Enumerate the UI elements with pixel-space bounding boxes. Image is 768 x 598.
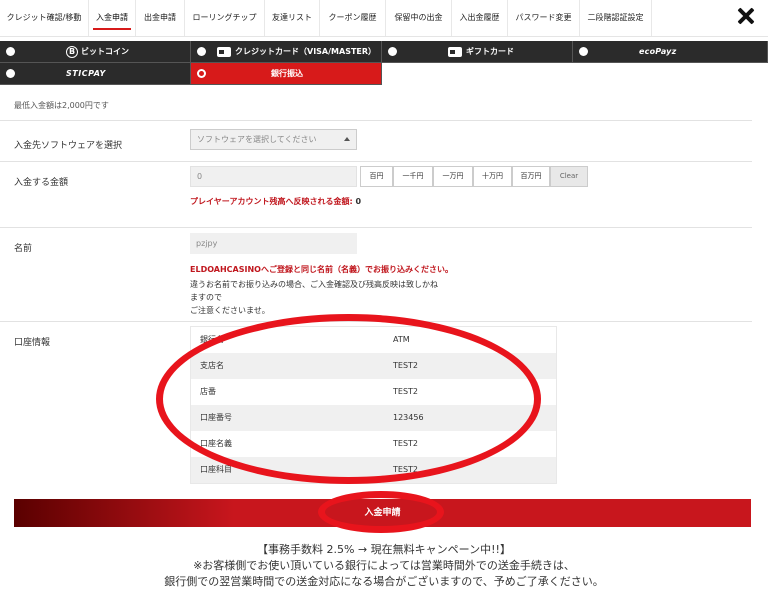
table-row: 口座名義 TEST2 (191, 431, 556, 457)
tab-credit-check[interactable]: クレジット確認/移動 (0, 0, 89, 36)
bank-key: 銀行名 (200, 335, 224, 344)
sticpay-logo: STICPAY (66, 69, 106, 78)
method-ecopayz[interactable]: ecoPayz (573, 41, 768, 63)
close-icon[interactable] (736, 6, 756, 26)
radio-icon[interactable] (6, 69, 15, 78)
table-row: 口座番号 123456 (191, 405, 556, 431)
name-warning-line3: ご注意くださいませ。 (190, 306, 270, 315)
radio-icon[interactable] (6, 47, 15, 56)
radio-icon[interactable] (197, 47, 206, 56)
bank-hours-note-1: ※お客様側でお使い頂いている銀行によっては営業時間外での送金手続きは、 (193, 559, 575, 572)
deposit-submit-label: 入金申請 (364, 508, 401, 518)
divider (0, 120, 752, 121)
bank-key: 口座名義 (200, 439, 232, 448)
radio-icon[interactable] (579, 47, 588, 56)
bank-key: 支店名 (200, 361, 224, 370)
balance-reflect-amount: 0 (355, 197, 362, 206)
method-bitcoin-label: ビットコイン (81, 47, 129, 56)
name-warning-line2: ますので (190, 293, 222, 302)
tab-withdraw-request[interactable]: 出金申請 (136, 0, 185, 36)
bank-info-label: 口座情報 (14, 338, 51, 348)
method-bank-transfer-label: 銀行振込 (271, 69, 303, 78)
amount-million-button[interactable]: 百万円 (512, 166, 550, 187)
bank-key: 口座科目 (200, 465, 232, 474)
method-gift-card[interactable]: ギフトカード (382, 41, 573, 63)
bank-value: TEST2 (393, 439, 418, 448)
bank-value: 123456 (393, 413, 424, 422)
fee-campaign-note: 【事務手数料 2.5% → 現在無料キャンペーン中!!】 (257, 543, 511, 556)
amount-label: 入金する金額 (14, 178, 69, 188)
minimum-deposit-notice: 最低入金額は2,000円です (14, 101, 109, 110)
method-credit-card[interactable]: クレジットカード（VISA/MASTER） (191, 41, 382, 63)
radio-selected-icon[interactable] (197, 69, 206, 78)
method-credit-card-label: クレジットカード（VISA/MASTER） (235, 47, 377, 56)
divider (0, 227, 752, 228)
ecopayz-logo: ecoPayz (639, 47, 677, 56)
bank-value: TEST2 (393, 465, 418, 474)
table-row: 銀行名 ATM (191, 327, 556, 353)
radio-icon[interactable] (388, 47, 397, 56)
name-warning-red: ELDOAHCASINOへご登録と同じ名前（名義）でお振り込みください。 (190, 265, 453, 274)
bank-value: TEST2 (393, 387, 418, 396)
deposit-submit-button[interactable]: 入金申請 (14, 499, 751, 527)
credit-card-icon (217, 46, 231, 57)
tab-transaction-history[interactable]: 入出金履歴 (452, 0, 508, 36)
gift-card-icon (448, 46, 462, 57)
software-label: 入金先ソフトウェアを選択 (14, 141, 123, 151)
button-shade (14, 499, 234, 527)
method-sticpay[interactable]: STICPAY (0, 63, 191, 85)
amount-thousand-button[interactable]: 一千円 (393, 166, 433, 187)
tab-two-factor-settings[interactable]: 二段階認証設定 (580, 0, 652, 36)
amount-input[interactable]: 0 (190, 166, 357, 187)
tab-deposit-request[interactable]: 入金申請 (89, 0, 136, 36)
tab-password-change[interactable]: パスワード変更 (508, 0, 580, 36)
software-select-placeholder: ソフトウェアを選択してください (197, 135, 317, 144)
divider (0, 321, 752, 322)
top-tab-bar: クレジット確認/移動 入金申請 出金申請 ローリングチップ 友達リスト クーポン… (0, 0, 768, 37)
table-row: 店番 TEST2 (191, 379, 556, 405)
table-row: 支店名 TEST2 (191, 353, 556, 379)
divider (0, 161, 752, 162)
name-warning-line1: 違うお名前でお振り込みの場合、ご入金確認及び残高反映は致しかね (190, 280, 438, 289)
bank-value: TEST2 (393, 361, 418, 370)
method-bitcoin[interactable]: B ビットコイン (0, 41, 191, 63)
tab-friend-list[interactable]: 友達リスト (265, 0, 320, 36)
tab-rolling-chip[interactable]: ローリングチップ (185, 0, 265, 36)
bank-hours-note-2: 銀行側での翌営業時間での送金対応になる場合がございますので、予めご了承ください。 (164, 575, 604, 588)
name-label: 名前 (14, 244, 33, 254)
caret-up-icon (344, 137, 350, 141)
bank-info-table: 銀行名 ATM 支店名 TEST2 店番 TEST2 口座番号 123456 口座名義 T… (190, 326, 557, 484)
table-row: 口座科目 TEST2 (191, 457, 556, 483)
bitcoin-icon: B (66, 45, 78, 58)
bank-key: 口座番号 (200, 413, 232, 422)
amount-hundred-thousand-button[interactable]: 十万円 (473, 166, 512, 187)
balance-reflect-label: プレイヤーアカウント残高へ反映される金額: (190, 197, 353, 206)
method-bank-transfer[interactable]: 銀行振込 (191, 63, 382, 85)
tab-coupon-history[interactable]: クーポン履歴 (320, 0, 386, 36)
method-gift-card-label: ギフトカード (466, 47, 514, 56)
software-select[interactable]: ソフトウェアを選択してください (190, 129, 357, 150)
name-field[interactable]: pzjpy (190, 233, 357, 254)
bank-value: ATM (393, 335, 410, 344)
amount-ten-thousand-button[interactable]: 一万円 (433, 166, 473, 187)
bank-key: 店番 (200, 387, 216, 396)
amount-clear-button[interactable]: Clear (550, 166, 588, 187)
tab-pending-withdrawal[interactable]: 保留中の出金 (386, 0, 452, 36)
balance-reflect-note: プレイヤーアカウント残高へ反映される金額: 0 (190, 196, 361, 207)
amount-hundred-button[interactable]: 百円 (360, 166, 393, 187)
